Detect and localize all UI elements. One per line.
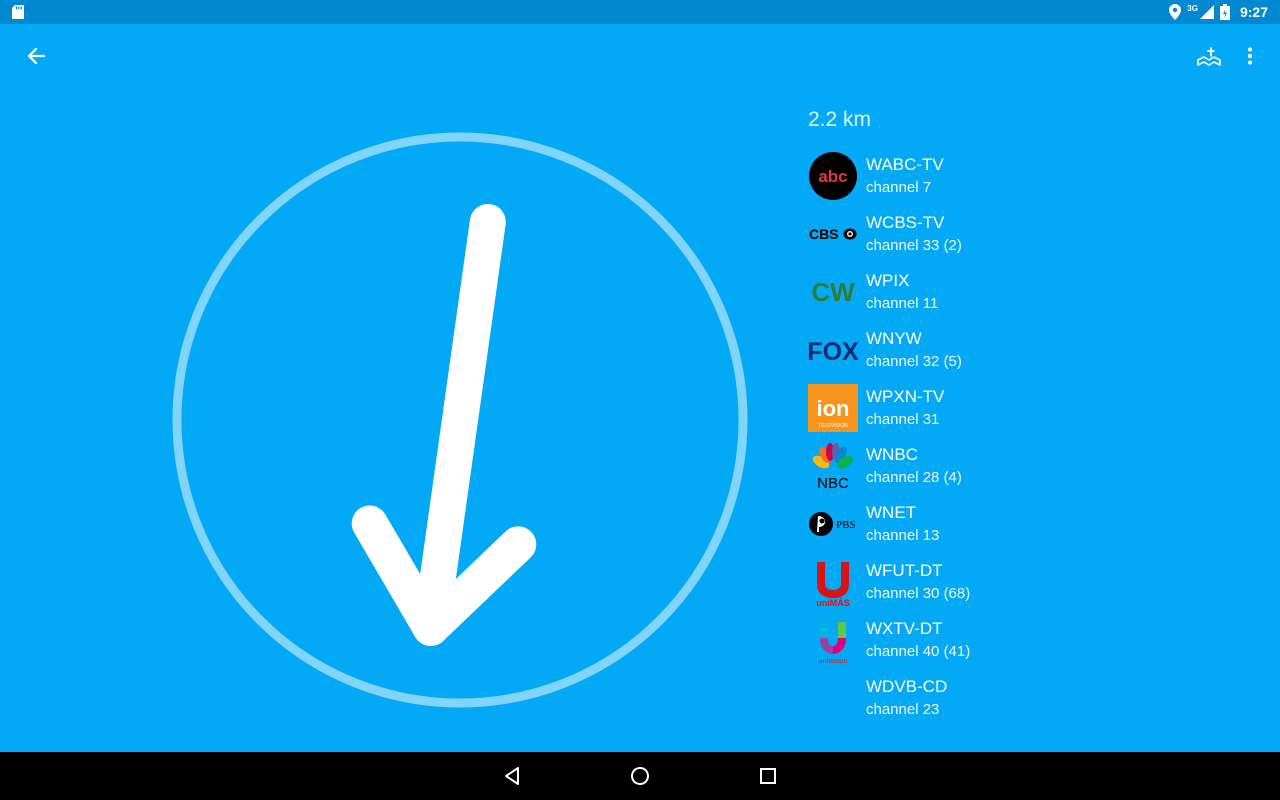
ion-logo: ion TELEVISION	[808, 383, 858, 433]
station-item[interactable]: univision WXTV-DT channel 40 (41)	[808, 610, 1248, 668]
unimas-logo: uniMÁS	[808, 557, 858, 607]
nav-recents-button[interactable]	[748, 760, 788, 792]
app-bar	[0, 24, 1280, 88]
svg-text:NBC: NBC	[817, 475, 849, 490]
svg-text:FOX: FOX	[808, 338, 858, 364]
station-name: WPXN-TV	[866, 387, 945, 406]
station-channel: channel 28 (4)	[866, 469, 962, 486]
distance-label: 2.2 km	[808, 108, 872, 131]
status-time: 9:27	[1239, 4, 1268, 20]
station-channel: channel 23	[866, 701, 940, 718]
station-item[interactable]: CW WPIX channel 11	[808, 262, 1248, 320]
station-channel: channel 7	[866, 179, 932, 196]
station-name: WNYW	[866, 329, 922, 348]
station-item[interactable]: uniMÁS WFUT-DT channel 30 (68)	[808, 552, 1248, 610]
station-channel: channel 13	[866, 527, 940, 544]
svg-text:PBS: PBS	[836, 519, 856, 531]
station-item[interactable]: abc WABC-TV channel 7	[808, 146, 1248, 204]
network-type-label: 3G	[1187, 3, 1198, 13]
direction-arrow	[351, 203, 537, 646]
station-logo-empty	[808, 673, 858, 723]
station-name: WNBC	[866, 445, 918, 464]
station-item[interactable]: WDVB-CD channel 23	[808, 668, 1248, 726]
station-name: WPIX	[866, 271, 910, 290]
nbc-logo: NBC	[808, 441, 858, 491]
svg-text:uniMÁS: uniMÁS	[816, 598, 850, 606]
back-button[interactable]	[20, 40, 52, 72]
univision-logo: univision	[808, 615, 858, 665]
svg-text:CBS: CBS	[809, 226, 839, 242]
station-channel: channel 32 (5)	[866, 353, 962, 370]
nav-home-icon	[631, 767, 649, 785]
station-name: WCBS-TV	[866, 213, 945, 232]
cbs-logo: CBS	[808, 209, 858, 259]
status-bar: 3G 9:27	[0, 0, 1280, 24]
station-channel: channel 40 (41)	[866, 643, 971, 660]
signal-icon	[1199, 5, 1214, 19]
svg-text:univision: univision	[818, 656, 847, 664]
station-name: WXTV-DT	[866, 619, 943, 638]
compass-dial	[172, 132, 748, 708]
station-item[interactable]: CBS WCBS-TV channel 33 (2)	[808, 204, 1248, 262]
station-item[interactable]: NBC WNBC channel 28 (4)	[808, 436, 1248, 494]
pbs-logo: PBS	[808, 499, 858, 549]
station-channel: channel 11	[866, 295, 939, 312]
station-name: WNET	[866, 503, 917, 522]
nav-back-icon	[505, 767, 519, 785]
station-name: WABC-TV	[866, 155, 944, 174]
station-item[interactable]: ion TELEVISION WPXN-TV channel 31	[808, 378, 1248, 436]
svg-text:abc: abc	[818, 167, 847, 186]
sd-card-icon	[12, 5, 24, 19]
station-list: abc WABC-TV channel 7 CBS WCBS-TV channe…	[808, 146, 1248, 726]
arrow-back-icon	[27, 47, 45, 65]
station-name: WFUT-DT	[866, 561, 943, 580]
map-icon	[1197, 47, 1221, 66]
station-channel: channel 31	[866, 411, 940, 428]
nav-home-button[interactable]	[620, 760, 660, 792]
navigation-bar	[0, 752, 1280, 800]
location-icon	[1169, 4, 1182, 20]
station-channel: channel 33 (2)	[866, 237, 962, 254]
more-vert-icon	[1248, 47, 1252, 65]
station-item[interactable]: FOX WNYW channel 32 (5)	[808, 320, 1248, 378]
station-item[interactable]: PBS WNET channel 13	[808, 494, 1248, 552]
map-button[interactable]	[1192, 40, 1226, 72]
battery-icon	[1219, 4, 1230, 20]
more-options-button[interactable]	[1234, 40, 1266, 72]
nav-recents-icon	[760, 768, 776, 784]
abc-logo: abc	[808, 151, 858, 201]
station-name: WDVB-CD	[866, 677, 948, 696]
svg-text:TELEVISION: TELEVISION	[818, 423, 848, 429]
svg-text:ion: ion	[817, 396, 850, 421]
svg-text:CW: CW	[811, 278, 855, 306]
nav-back-button[interactable]	[492, 760, 532, 792]
fox-logo: FOX	[808, 325, 858, 375]
station-channel: channel 30 (68)	[866, 585, 971, 602]
cw-logo: CW	[808, 267, 858, 317]
